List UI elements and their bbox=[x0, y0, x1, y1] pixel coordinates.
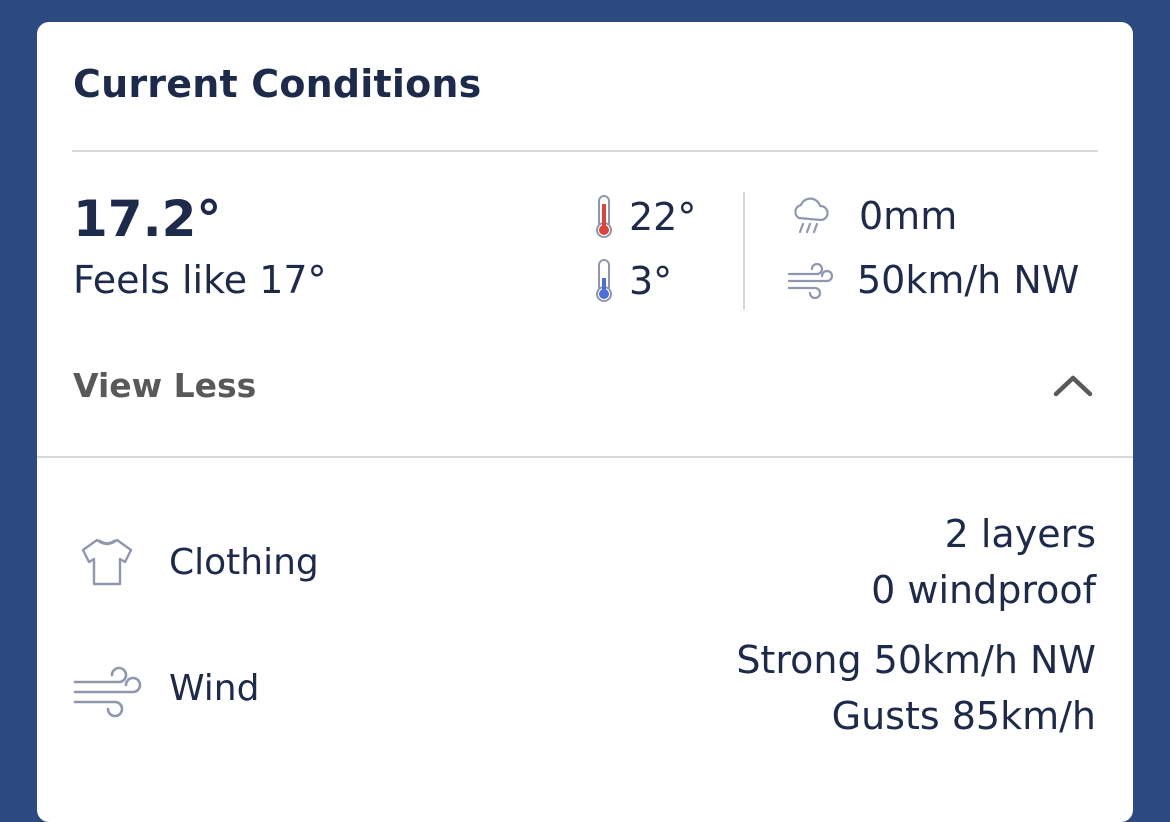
wind-strength: Strong 50km/h NW bbox=[736, 638, 1096, 682]
min-temp-row: 3° bbox=[593, 258, 672, 304]
thermometer-hot-icon bbox=[593, 194, 615, 240]
shirt-icon bbox=[79, 536, 135, 588]
card-title: Current Conditions bbox=[73, 62, 482, 106]
wind-row: 50km/h NW bbox=[787, 258, 1079, 302]
clothing-label: Clothing bbox=[169, 542, 319, 583]
clothing-windproof: 0 windproof bbox=[871, 568, 1096, 612]
clothing-layers: 2 layers bbox=[944, 512, 1096, 556]
current-conditions-card: Current Conditions 17.2° Feels like 17° … bbox=[37, 22, 1133, 822]
thermometer-cold-icon bbox=[593, 258, 615, 304]
section-divider bbox=[37, 456, 1133, 458]
min-temp-value: 3° bbox=[629, 259, 673, 303]
rain-cloud-icon bbox=[789, 194, 833, 238]
max-temp-value: 22° bbox=[629, 195, 697, 239]
wind-icon bbox=[71, 664, 145, 720]
rainfall-value: 0mm bbox=[859, 194, 958, 238]
stats-separator bbox=[743, 192, 745, 310]
feels-like-text: Feels like 17° bbox=[73, 258, 327, 302]
chevron-up-icon[interactable] bbox=[1051, 370, 1095, 400]
max-temp-row: 22° bbox=[593, 194, 696, 240]
wind-detail-value: Strong 50km/h NW Gusts 85km/h bbox=[736, 632, 1096, 744]
rainfall-row: 0mm bbox=[789, 194, 957, 238]
wind-value: 50km/h NW bbox=[857, 258, 1080, 302]
clothing-value: 2 layers 0 windproof bbox=[871, 506, 1096, 618]
wind-icon bbox=[787, 260, 835, 300]
wind-gusts: Gusts 85km/h bbox=[831, 694, 1096, 738]
current-temperature: 17.2° bbox=[73, 190, 222, 248]
view-less-button[interactable]: View Less bbox=[73, 366, 256, 405]
wind-label: Wind bbox=[169, 668, 260, 709]
title-divider bbox=[72, 150, 1098, 152]
